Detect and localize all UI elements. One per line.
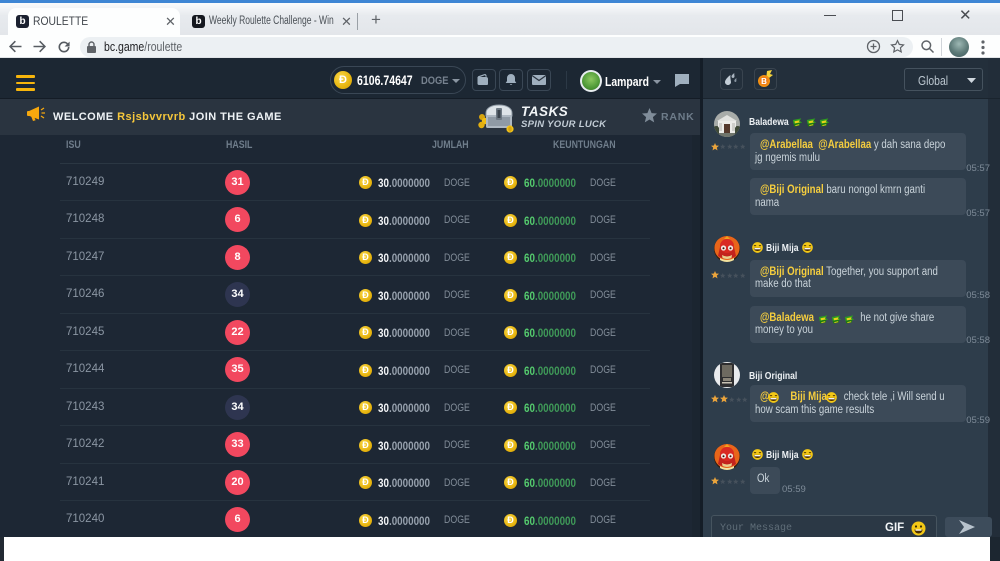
svg-text:B: B bbox=[761, 77, 767, 86]
